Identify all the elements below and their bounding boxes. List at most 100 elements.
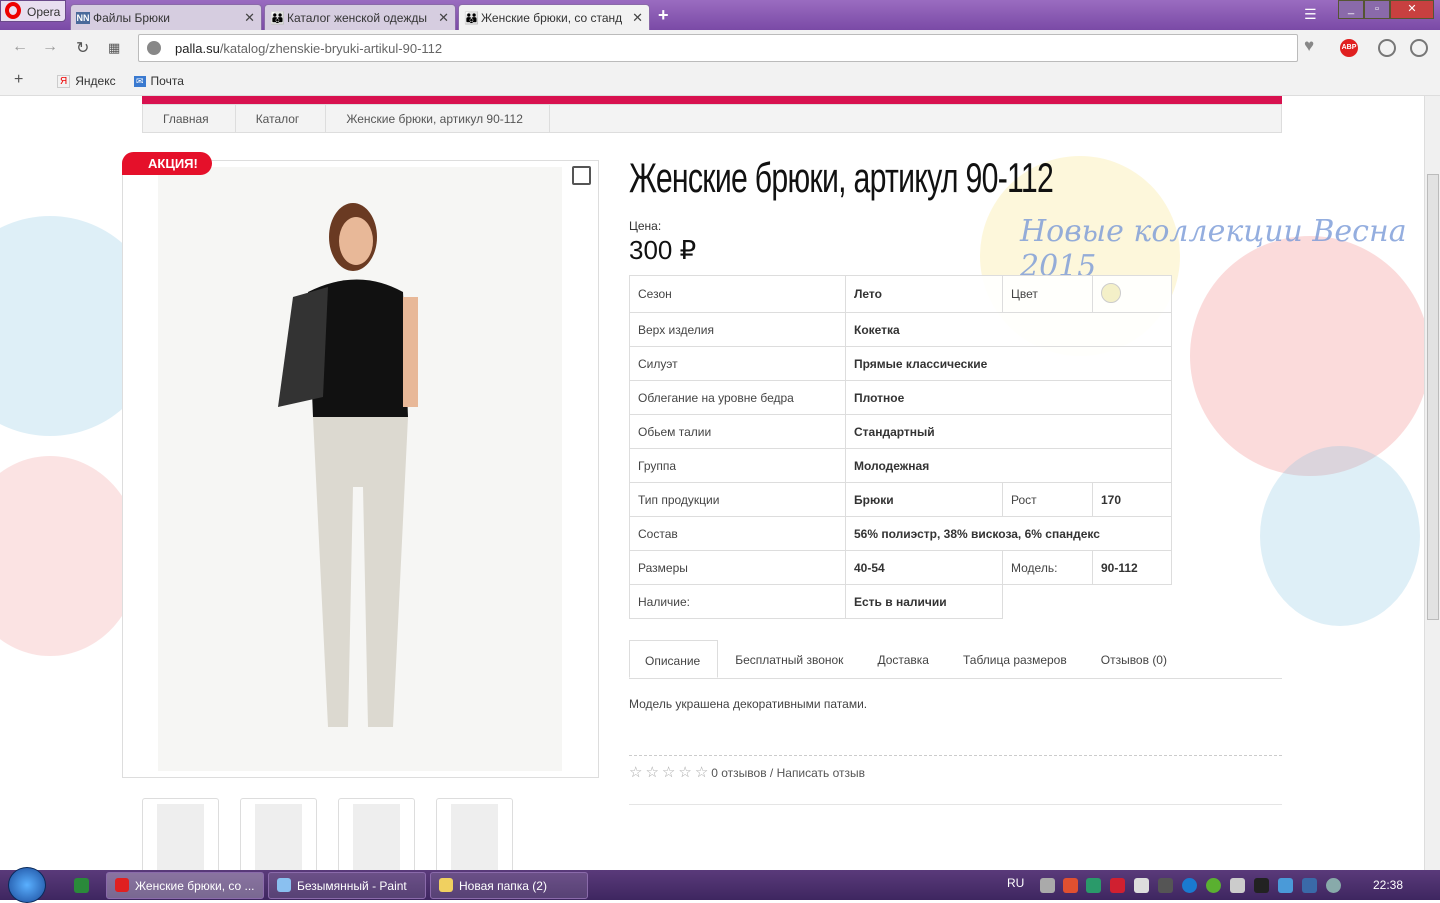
reload-icon[interactable]: ↻ [76, 38, 89, 58]
kaspersky-icon[interactable] [1110, 878, 1125, 893]
adblock-icon[interactable]: ABP [1340, 39, 1358, 57]
star-icon[interactable]: ☆ [662, 765, 675, 780]
opera-logo-icon [5, 2, 21, 19]
vertical-scrollbar[interactable] [1424, 96, 1440, 870]
breadcrumb: Главная Каталог Женские брюки, артикул 9… [142, 104, 1282, 133]
people-icon: 👪 [270, 11, 285, 25]
reviews-link[interactable]: 0 отзывов / Написать отзыв [711, 766, 865, 780]
close-tab-icon[interactable]: ✕ [244, 10, 255, 26]
tab-product[interactable]: 👪 Женские брюки, со станд ✕ [458, 4, 650, 30]
back-icon[interactable]: ← [12, 38, 28, 56]
taskbar-paint[interactable]: Безымянный - Paint [268, 872, 426, 899]
tab-description[interactable]: Описание [629, 640, 719, 678]
maximize-button[interactable]: ▫ [1364, 0, 1390, 19]
tray-icon[interactable] [1040, 878, 1055, 893]
thumbnail-1[interactable] [142, 798, 219, 870]
scrollbar-thumb[interactable] [1427, 174, 1439, 620]
breadcrumb-home[interactable]: Главная [143, 105, 236, 132]
breadcrumb-catalog[interactable]: Каталог [236, 105, 327, 132]
site-info-icon[interactable] [147, 41, 161, 55]
background-flower [0, 456, 140, 656]
folder-icon [439, 878, 453, 892]
address-bar-row: ← → ↻ ▦ palla.su/katalog/zhenskie-bryuki… [0, 30, 1440, 66]
heart-icon[interactable]: ♥ [1304, 36, 1322, 55]
tab-reviews[interactable]: Отзывов (0) [1084, 640, 1184, 678]
url-input[interactable]: palla.su/katalog/zhenskie-bryuki-artikul… [138, 34, 1298, 62]
bookmarks-bar: + Я Яндекс ✉ Почта [0, 66, 1440, 96]
adguard-icon[interactable] [1086, 878, 1101, 893]
header-red-bar [142, 96, 1282, 104]
thumbnail-3[interactable] [338, 798, 415, 870]
excel-icon[interactable] [74, 878, 89, 893]
product-tabs: Описание Бесплатный звонок Доставка Табл… [629, 640, 1282, 679]
ccleaner-icon[interactable] [1063, 878, 1078, 893]
tray-icon[interactable] [1278, 878, 1293, 893]
spec-row: Силуэт Прямые классические [629, 346, 1172, 381]
spec-row: Обьем талии Стандартный [629, 414, 1172, 449]
tab-files[interactable]: NN Файлы Брюки ✕ [70, 4, 262, 30]
add-bookmark-icon[interactable]: + [14, 71, 23, 89]
star-icon[interactable]: ☆ [629, 765, 642, 780]
yandex-icon: Я [57, 74, 71, 88]
speed-dial-icon[interactable]: ▦ [108, 40, 120, 56]
paint-icon [277, 878, 291, 892]
tab-menu-icon[interactable]: ☰ [1304, 6, 1317, 23]
model-figure [278, 203, 418, 727]
bookmark-mail[interactable]: ✉ Почта [134, 74, 184, 88]
tray-icon[interactable] [1326, 878, 1341, 893]
thumbnail-4[interactable] [436, 798, 513, 870]
divider [629, 804, 1282, 805]
forward-icon[interactable]: → [42, 38, 58, 56]
download-icon[interactable] [1378, 39, 1396, 57]
sale-badge: АКЦИЯ! [122, 152, 212, 175]
tab-free-call[interactable]: Бесплатный звонок [718, 640, 860, 678]
tray-icon[interactable] [1302, 878, 1317, 893]
product-image-box[interactable] [122, 160, 599, 778]
tab-size-table[interactable]: Таблица размеров [946, 640, 1084, 678]
color-swatch[interactable] [1101, 282, 1121, 303]
browser-titlebar: Opera NN Файлы Брюки ✕ 👪 Каталог женской од… [0, 0, 1440, 30]
bookmark-yandex[interactable]: Я Яндекс [57, 74, 116, 88]
account-icon[interactable] [1410, 39, 1428, 57]
people-icon: 👪 [464, 11, 479, 25]
taskbar-folder[interactable]: Новая папка (2) [430, 872, 588, 899]
start-button[interactable] [8, 867, 46, 903]
close-tab-icon[interactable]: ✕ [632, 10, 643, 26]
taskbar-opera[interactable]: Женские брюки, со ... [106, 872, 264, 899]
tab-delivery[interactable]: Доставка [860, 640, 946, 678]
close-tab-icon[interactable]: ✕ [438, 10, 449, 26]
spec-row: Наличие: Есть в наличии [629, 584, 1172, 619]
thumbnail-2[interactable] [240, 798, 317, 870]
network-icon[interactable] [1158, 878, 1173, 893]
spec-row: Облегание на уровне бедра Плотное [629, 380, 1172, 415]
tab-catalog[interactable]: 👪 Каталог женской одежды ✕ [264, 4, 456, 30]
star-icon[interactable]: ☆ [645, 765, 658, 780]
utorrent-icon[interactable] [1206, 878, 1221, 893]
close-window-button[interactable]: ✕ [1390, 0, 1434, 19]
promo-text: Новые коллекции Весна 2015 [1020, 214, 1407, 284]
spec-row: Группа Молодежная [629, 448, 1172, 483]
background-flower [1260, 446, 1420, 626]
product-title: Женские брюки, артикул 90-112 [629, 154, 1054, 201]
opera-menu-button[interactable]: Opera [0, 0, 66, 22]
spec-row: Верх изделия Кокетка [629, 312, 1172, 347]
star-icon[interactable]: ☆ [695, 765, 708, 780]
save-icon[interactable] [572, 166, 591, 185]
volume-muted-icon[interactable] [1230, 878, 1245, 893]
spec-row: Тип продукции Брюки Рост 170 [629, 482, 1172, 517]
language-indicator[interactable]: RU [1007, 876, 1024, 890]
new-tab-button[interactable]: + [658, 5, 669, 26]
power-icon[interactable] [1134, 878, 1149, 893]
star-icon[interactable]: ☆ [678, 765, 691, 780]
color-cell [1092, 275, 1172, 313]
clock[interactable]: 22:38 [1373, 878, 1403, 892]
minimize-button[interactable]: _ [1338, 0, 1364, 19]
spec-row: Размеры 40-54 Модель: 90-112 [629, 550, 1172, 585]
tray-icon[interactable] [1182, 878, 1197, 893]
divider [629, 755, 1282, 756]
specs-table: Сезон Лето Цвет Верх изделия Кокетка Силуэт… [629, 275, 1172, 619]
nn-icon: NN [76, 12, 90, 24]
description-text: Модель украшена декоративными патами. [629, 697, 868, 711]
tray-icon[interactable] [1254, 878, 1269, 893]
product-photo[interactable] [158, 167, 562, 771]
